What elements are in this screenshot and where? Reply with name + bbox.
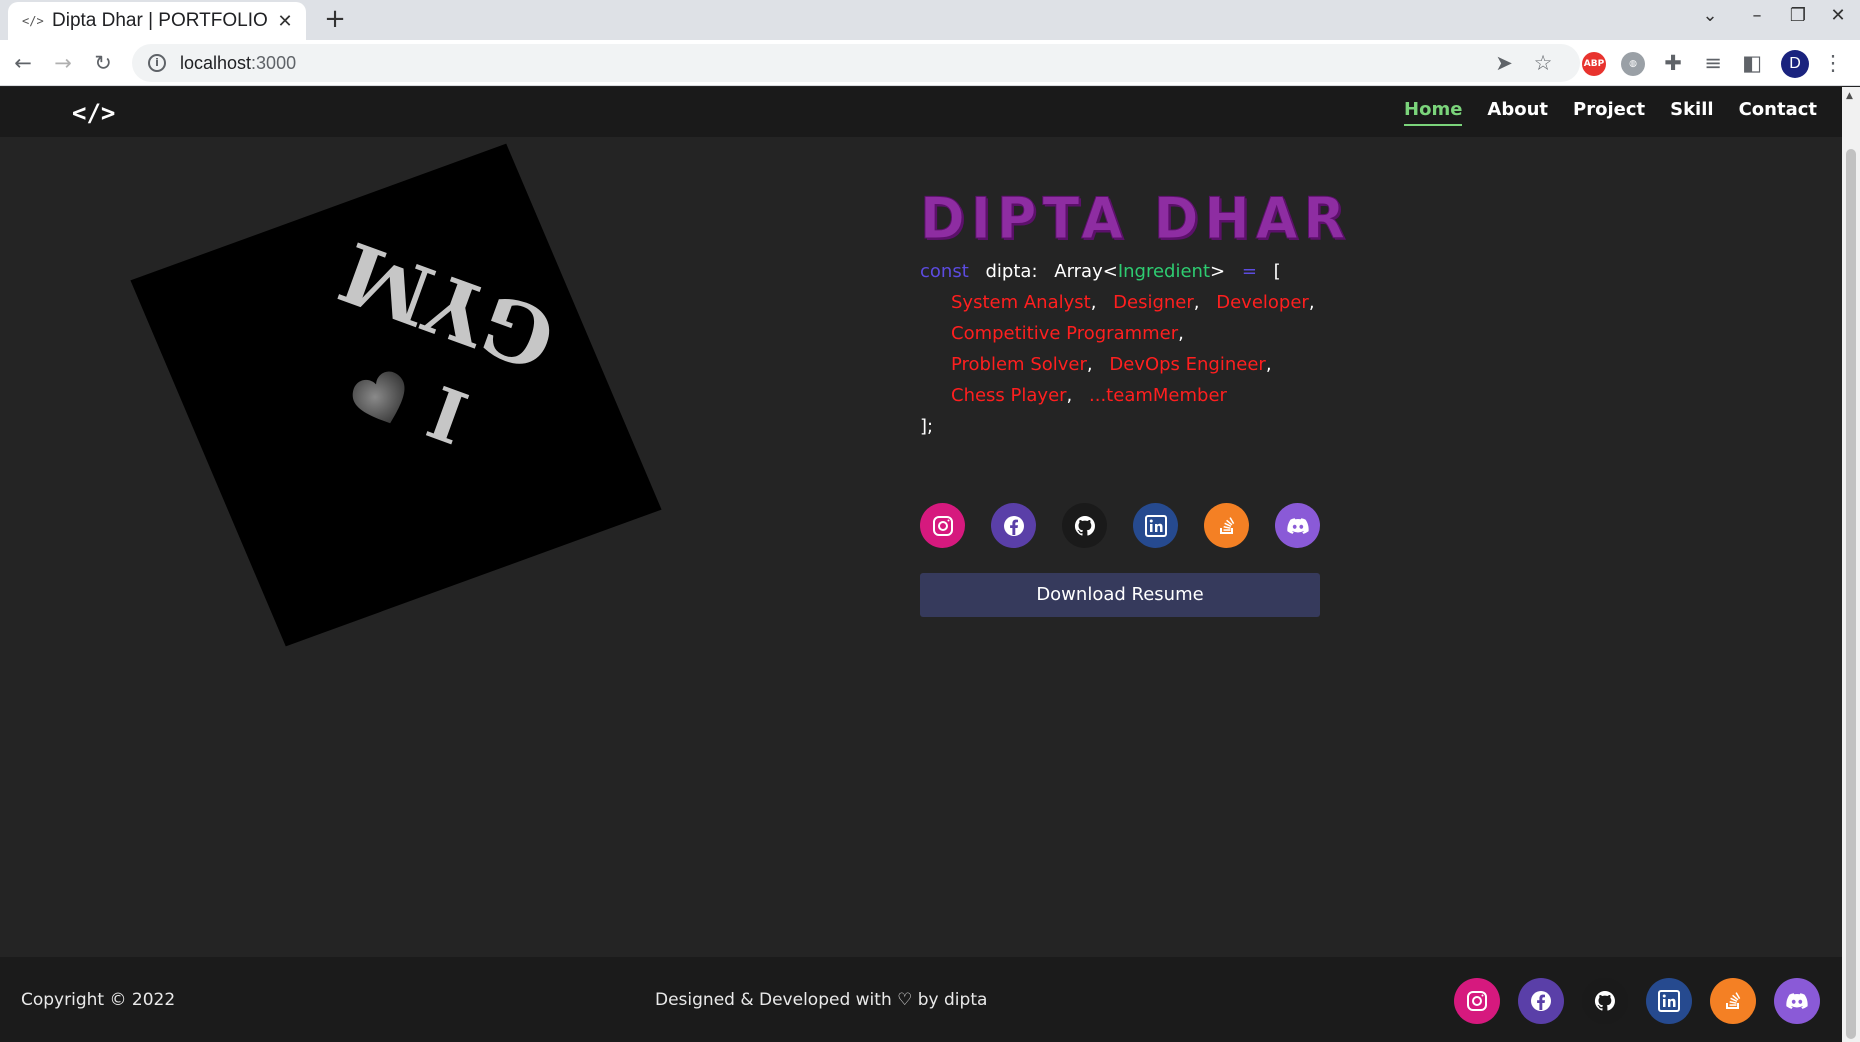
discord-link[interactable] [1774,978,1820,1024]
page-scrollbar[interactable]: ▲ [1842,87,1860,1042]
hero-social-links [920,503,1320,548]
github-icon [1074,515,1095,536]
download-resume-button[interactable]: Download Resume [920,573,1320,617]
github-link[interactable] [1582,978,1628,1024]
reload-icon[interactable]: ↻ [88,48,118,78]
new-tab-button[interactable]: + [320,4,350,34]
facebook-link[interactable] [991,503,1036,548]
role-item: Competitive Programmer [951,323,1179,344]
stackoverflow-icon [1219,516,1234,534]
code-open-bracket: [ [1273,261,1281,282]
nav-skill[interactable]: Skill [1670,99,1713,126]
code-operator: = [1241,261,1257,282]
hero-name: DIPTA DHAR [919,185,1352,252]
facebook-icon [1003,515,1024,536]
tab-search-icon[interactable]: ⌄ [1698,5,1722,26]
discord-icon [1286,517,1309,534]
forward-arrow-icon[interactable]: → [48,48,78,78]
role-item: DevOps Engineer [1109,354,1266,375]
discord-link[interactable] [1275,503,1320,548]
minimize-icon[interactable]: – [1745,5,1769,26]
url-text[interactable]: localhost:3000 [180,53,296,74]
side-panel-icon[interactable]: ◧ [1737,48,1767,78]
role-item: Designer [1113,292,1194,313]
github-link[interactable] [1062,503,1107,548]
instagram-icon [932,515,953,536]
role-item: Chess Player [951,385,1067,406]
footer-social-links [1454,978,1820,1024]
send-tab-icon[interactable]: ➤ [1489,48,1519,78]
role-item: Developer [1216,292,1309,313]
code-type-prefix: Array< [1054,261,1118,282]
hero-section: DIPTA DHAR const dipta: Array<Ingredient… [919,185,1352,442]
gym-3d-artwork: GYM I [130,143,662,647]
linkedin-link[interactable] [1133,503,1178,548]
nav-contact[interactable]: Contact [1739,99,1817,126]
site-navbar: </> Home About Project Skill Contact [0,87,1842,137]
code-type-suffix: > [1210,261,1226,282]
bookmark-star-icon[interactable]: ☆ [1528,48,1558,78]
stackoverflow-link[interactable] [1204,503,1249,548]
instagram-link[interactable] [920,503,965,548]
stackoverflow-link[interactable] [1710,978,1756,1024]
scroll-up-arrow-icon[interactable]: ▲ [1846,91,1853,101]
browser-tab[interactable]: </> Dipta Dhar | PORTFOLIO ✕ [8,2,306,40]
credit-text: Designed & Developed with ♡ by dipta [655,990,988,1010]
globe-extension-icon[interactable]: ◍ [1621,52,1645,76]
hero-code-block: const dipta: Array<Ingredient> = [ Syste… [920,256,1351,442]
stackoverflow-icon [1726,992,1741,1009]
scrollbar-thumb[interactable] [1846,149,1856,1039]
chrome-menu-icon[interactable]: ⋮ [1818,48,1848,78]
instagram-icon [1467,991,1487,1011]
code-type-name: Ingredient [1117,261,1211,282]
discord-icon [1786,993,1808,1009]
facebook-icon [1531,991,1551,1011]
linkedin-icon [1658,990,1680,1012]
site-info-icon[interactable]: i [148,54,166,72]
extensions-puzzle-icon[interactable]: ✚ [1658,48,1688,78]
browser-toolbar: ← → ↻ i localhost:3000 ➤ ☆ ABP ◍ ✚ ≡ ◧ ⋮ [0,40,1860,86]
close-window-icon[interactable]: ✕ [1826,5,1850,26]
code-variable: dipta: [985,261,1038,282]
site-footer: Copyright © 2022 Designed & Developed wi… [0,957,1842,1042]
role-item: System Analyst [951,292,1091,313]
linkedin-link[interactable] [1646,978,1692,1024]
adblock-extension-icon[interactable]: ABP [1582,52,1606,76]
site-logo-code-icon[interactable]: </> [72,99,115,127]
nav-home[interactable]: Home [1404,99,1463,126]
nav-about[interactable]: About [1487,99,1548,126]
restore-icon[interactable]: ❐ [1786,5,1810,26]
code-favicon-icon: </> [22,14,44,28]
role-item: ...teamMember [1089,385,1227,406]
back-arrow-icon[interactable]: ← [8,48,38,78]
linkedin-icon [1144,514,1167,537]
code-keyword: const [920,261,969,282]
facebook-link[interactable] [1518,978,1564,1024]
reading-list-icon[interactable]: ≡ [1698,48,1728,78]
role-item: Problem Solver [951,354,1087,375]
code-close-bracket: ]; [920,416,934,437]
nav-links: Home About Project Skill Contact [1404,99,1842,126]
nav-project[interactable]: Project [1573,99,1645,126]
copyright-text: Copyright © 2022 [21,990,176,1010]
tab-title: Dipta Dhar | PORTFOLIO [52,10,268,31]
browser-tab-strip: </> Dipta Dhar | PORTFOLIO ✕ + ⌄ – ❐ ✕ [0,0,1860,40]
github-icon [1594,990,1615,1011]
page-viewport: </> Home About Project Skill Contact GYM… [0,87,1842,1042]
address-bar[interactable]: i localhost:3000 [132,44,1580,82]
close-tab-icon[interactable]: ✕ [274,11,296,32]
profile-avatar[interactable]: D [1781,50,1809,78]
instagram-link[interactable] [1454,978,1500,1024]
